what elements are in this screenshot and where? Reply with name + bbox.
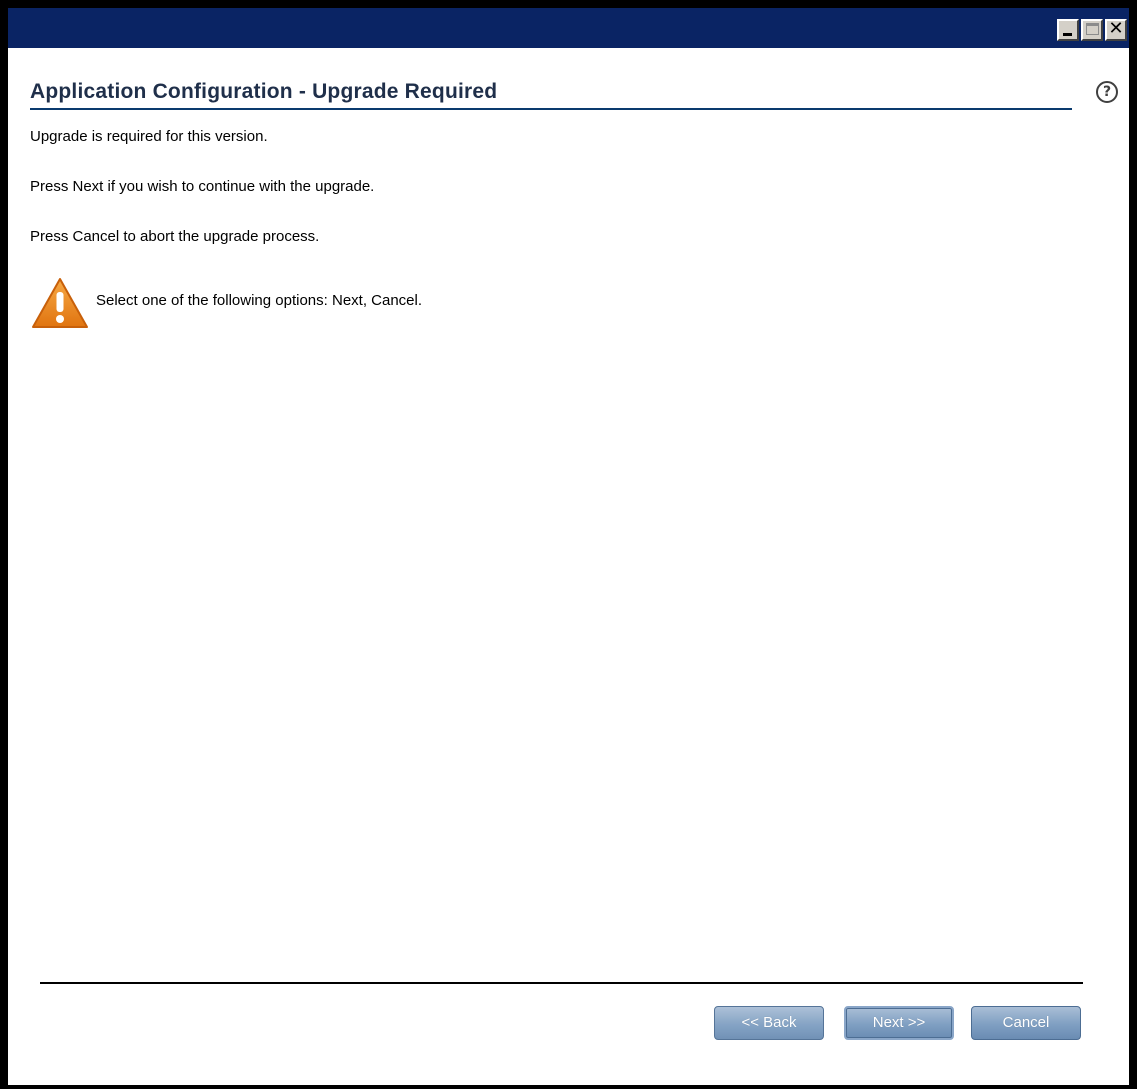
maximize-icon <box>1086 23 1099 35</box>
dialog-content: Application Configuration - Upgrade Requ… <box>8 48 1129 1085</box>
footer-divider <box>40 982 1083 984</box>
message-upgrade-required: Upgrade is required for this version. <box>30 128 268 145</box>
minimize-icon <box>1063 33 1072 36</box>
cancel-button[interactable]: Cancel <box>971 1006 1081 1040</box>
title-bar[interactable]: ✕ <box>8 8 1129 48</box>
warning-text: Select one of the following options: Nex… <box>96 291 423 309</box>
maximize-button[interactable] <box>1081 19 1103 41</box>
dialog-window: ✕ Application Configuration - Upgrade Re… <box>0 0 1137 1089</box>
minimize-button[interactable] <box>1057 19 1079 41</box>
message-press-next: Press Next if you wish to continue with … <box>30 178 375 195</box>
window-controls: ✕ <box>1057 18 1127 41</box>
close-button[interactable]: ✕ <box>1105 18 1127 41</box>
close-icon: ✕ <box>1108 18 1124 39</box>
page-title: Application Configuration - Upgrade Requ… <box>30 80 498 103</box>
next-button[interactable]: Next >> <box>844 1006 954 1040</box>
warning-message: Select one of the following options: Nex… <box>30 274 422 332</box>
help-icon[interactable]: ? <box>1096 81 1118 103</box>
message-press-cancel: Press Cancel to abort the upgrade proces… <box>30 228 320 245</box>
back-button[interactable]: << Back <box>714 1006 824 1040</box>
warning-triangle-icon <box>32 278 88 328</box>
page-header: Application Configuration - Upgrade Requ… <box>30 80 1072 110</box>
